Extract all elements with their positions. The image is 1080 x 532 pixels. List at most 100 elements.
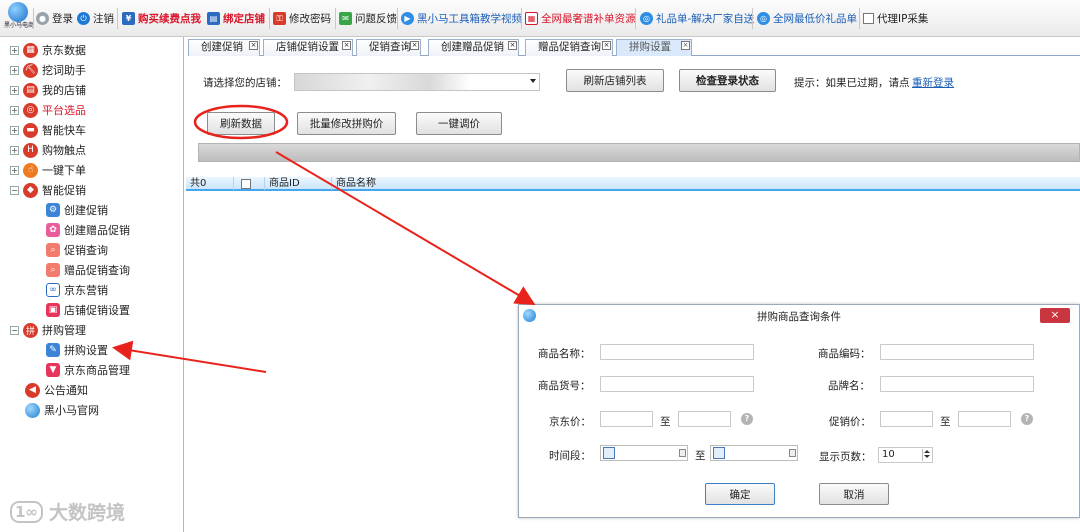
tab-create-promotion[interactable]: 创建促销 × bbox=[188, 39, 260, 56]
buy-renew-button[interactable]: ¥ 购买续费点我 bbox=[122, 10, 201, 27]
product-name-input[interactable] bbox=[600, 344, 754, 360]
product-code-input[interactable] bbox=[880, 344, 1034, 360]
start-date-picker[interactable] bbox=[600, 445, 688, 461]
sidebar-item-group-buy-management[interactable]: − 拼 拼购管理 bbox=[10, 321, 86, 339]
gift-icon: ◎ bbox=[757, 12, 770, 25]
shovel-icon: ⛏ bbox=[23, 62, 38, 78]
gift-factory-label: 礼品单-解决厂家自送 bbox=[656, 13, 755, 25]
select-all-checkbox[interactable] bbox=[241, 179, 251, 189]
close-icon[interactable]: × bbox=[602, 41, 611, 50]
proxy-ip-option[interactable]: 代理IP采集 bbox=[863, 10, 928, 27]
sidebar-item-jd-data[interactable]: + ▦ 京东数据 bbox=[10, 41, 86, 59]
tab-create-gift-promotion[interactable]: 创建赠品促销 × bbox=[428, 39, 519, 56]
promo-price-max-input[interactable] bbox=[958, 411, 1011, 427]
product-sku-input[interactable] bbox=[600, 376, 754, 392]
gift-factory-button[interactable]: ◎ 礼品单-解决厂家自送 bbox=[640, 10, 754, 27]
end-date-picker[interactable] bbox=[710, 445, 798, 461]
sidebar-item-platform-selection[interactable]: + ◎ 平台选品 bbox=[10, 101, 86, 119]
column-product-id[interactable]: 商品ID bbox=[264, 177, 332, 190]
brand-input[interactable] bbox=[880, 376, 1034, 392]
refresh-store-list-button[interactable]: 刷新店铺列表 bbox=[566, 69, 664, 92]
cancel-button[interactable]: 取消 bbox=[819, 483, 889, 505]
store-select[interactable] bbox=[294, 73, 540, 91]
sidebar-item-keyword-helper[interactable]: + ⛏ 挖词助手 bbox=[10, 61, 86, 79]
ok-button[interactable]: 确定 bbox=[705, 483, 775, 505]
gift-lowest-button[interactable]: ◎ 全网最低价礼品单 bbox=[757, 10, 857, 27]
column-product-name[interactable]: 商品名称 bbox=[332, 177, 452, 190]
sidebar-item-one-click-order[interactable]: + ☝ 一键下单 bbox=[10, 161, 86, 179]
wrench-icon: ✎ bbox=[46, 343, 60, 357]
tab-gift-promotion-query[interactable]: 赠品促销查询 × bbox=[525, 39, 613, 56]
calendar-dropdown-icon[interactable] bbox=[679, 449, 686, 457]
login-button[interactable]: ● 登录 bbox=[36, 10, 73, 27]
refresh-data-button[interactable]: 刷新数据 bbox=[207, 112, 275, 135]
close-icon[interactable]: × bbox=[681, 41, 690, 50]
key-icon: ⚿ bbox=[273, 12, 286, 25]
help-icon[interactable]: ? bbox=[1021, 413, 1033, 425]
infinity-icon: ∞ bbox=[46, 283, 60, 297]
user-icon: ● bbox=[36, 12, 49, 25]
close-icon[interactable]: × bbox=[410, 41, 419, 50]
spin-arrows-icon[interactable] bbox=[922, 449, 931, 461]
expand-icon[interactable]: + bbox=[10, 165, 19, 175]
logout-button[interactable]: ⏻ 注销 bbox=[77, 10, 114, 27]
bind-store-button[interactable]: ▤ 绑定店铺 bbox=[207, 10, 265, 27]
sidebar-item-create-promotion[interactable]: ⚙ 创建促销 bbox=[46, 201, 108, 219]
tab-store-promotion-settings[interactable]: 店铺促销设置 × bbox=[263, 39, 353, 56]
sidebar-item-my-store[interactable]: + ▤ 我的店铺 bbox=[10, 81, 86, 99]
promo-price-label: 促销价： bbox=[829, 416, 871, 428]
batch-modify-price-button[interactable]: 批量修改拼购价 bbox=[297, 112, 396, 135]
expand-icon[interactable]: + bbox=[10, 125, 19, 135]
start-date-checkbox[interactable] bbox=[603, 447, 615, 459]
help-icon[interactable]: ? bbox=[741, 413, 753, 425]
close-icon[interactable]: × bbox=[508, 41, 517, 50]
promo-price-min-input[interactable] bbox=[880, 411, 933, 427]
gift-icon: ✿ bbox=[46, 223, 60, 237]
car-icon: ▬ bbox=[23, 122, 38, 138]
tutorial-video-button[interactable]: ▶ 黑小马工具箱教学视频 bbox=[401, 10, 522, 27]
check-login-button[interactable]: 检查登录状态 bbox=[679, 69, 776, 92]
jd-price-min-input[interactable] bbox=[600, 411, 653, 427]
sidebar-item-jd-product-management[interactable]: ▼ 京东商品管理 bbox=[46, 361, 130, 379]
sidebar-item-announcements[interactable]: ◀ 公告通知 bbox=[25, 381, 88, 399]
proxy-ip-checkbox[interactable] bbox=[863, 13, 874, 24]
sidebar-item-official-site[interactable]: 黑小马官网 bbox=[25, 401, 99, 419]
close-icon[interactable]: × bbox=[342, 41, 351, 50]
sidebar-item-group-buy-settings[interactable]: ✎ 拼购设置 bbox=[46, 341, 108, 359]
search-icon: ⌕ bbox=[46, 243, 60, 257]
resource-button[interactable]: ▦ 全网最奢谱补单资源 bbox=[525, 10, 636, 27]
progress-bar bbox=[198, 143, 1080, 162]
end-date-checkbox[interactable] bbox=[713, 447, 725, 459]
sidebar-item-gift-promotion-query[interactable]: ⌕ 赠品促销查询 bbox=[46, 261, 130, 279]
expand-icon[interactable]: + bbox=[10, 65, 19, 75]
sidebar-item-create-gift-promotion[interactable]: ✿ 创建赠品促销 bbox=[46, 221, 130, 239]
calendar-dropdown-icon[interactable] bbox=[789, 449, 796, 457]
collapse-icon[interactable]: − bbox=[10, 185, 19, 195]
close-icon[interactable]: × bbox=[249, 41, 258, 50]
expand-icon[interactable]: + bbox=[10, 145, 19, 155]
close-button[interactable]: × bbox=[1040, 308, 1070, 323]
sidebar-item-store-promotion-settings[interactable]: ▣ 店铺促销设置 bbox=[46, 301, 130, 319]
expand-icon[interactable]: + bbox=[10, 45, 19, 55]
expand-icon[interactable]: + bbox=[10, 85, 19, 95]
expand-icon[interactable]: + bbox=[10, 105, 19, 115]
globe-icon bbox=[25, 402, 40, 418]
sidebar-item-shopping-touchpoint[interactable]: + H 购物触点 bbox=[10, 141, 86, 159]
tab-group-buy-settings[interactable]: 拼购设置 × bbox=[616, 39, 692, 56]
relogin-link[interactable]: 重新登录 bbox=[912, 75, 954, 90]
sidebar-item-jd-marketing[interactable]: ∞ 京东营销 bbox=[46, 281, 108, 299]
feedback-button[interactable]: ✉ 问题反馈 bbox=[339, 10, 397, 27]
login-label: 登录 bbox=[52, 13, 73, 25]
chevron-down-icon bbox=[530, 79, 536, 83]
sidebar-item-smart-promotion[interactable]: − ◆ 智能促销 bbox=[10, 181, 86, 199]
change-password-button[interactable]: ⚿ 修改密码 bbox=[273, 10, 331, 27]
dialog-titlebar[interactable]: 拼购商品查询条件 × bbox=[519, 305, 1079, 327]
jd-price-max-input[interactable] bbox=[678, 411, 731, 427]
sidebar-item-promotion-query[interactable]: ⌕ 促销查询 bbox=[46, 241, 108, 259]
one-key-adjust-button[interactable]: 一键调价 bbox=[416, 112, 502, 135]
tab-promotion-query[interactable]: 促销查询 × bbox=[356, 39, 421, 56]
collapse-icon[interactable]: − bbox=[10, 325, 19, 335]
sidebar-item-smart-express[interactable]: + ▬ 智能快车 bbox=[10, 121, 86, 139]
play-icon: ▶ bbox=[401, 12, 414, 25]
page-count-stepper[interactable]: 10 bbox=[878, 447, 933, 463]
